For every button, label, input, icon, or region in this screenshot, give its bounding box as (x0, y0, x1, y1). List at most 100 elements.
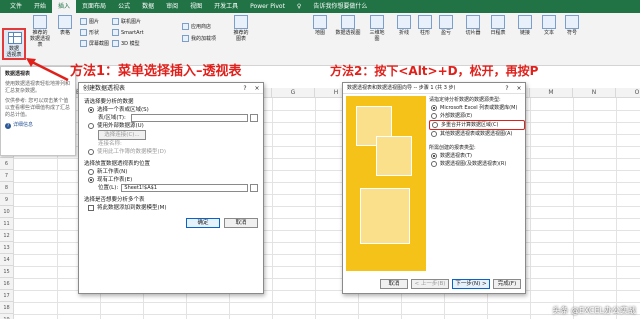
store-icon (182, 23, 189, 30)
recommended-pivot-button[interactable]: 推荐的 数据透视表 (28, 15, 52, 48)
row-header[interactable]: 10 (0, 206, 14, 218)
red-arrow-icon (26, 58, 69, 82)
option-existing-sheet[interactable]: 现有工作表(E) (88, 176, 258, 184)
online-picture-label: 联机图片 (121, 18, 142, 25)
text-button[interactable]: 文本 (540, 15, 558, 36)
wizard-back-button[interactable]: < 上一步(B) (411, 279, 449, 289)
sparkline-column-button[interactable]: 柱形 (416, 15, 434, 36)
more-info-label: 详细信息 (13, 122, 34, 128)
slicer-label: 切片器 (465, 30, 481, 36)
3d-model-label: 3D 模型 (121, 40, 140, 47)
sparkline-line-button[interactable]: 折线 (395, 15, 413, 36)
smartart-button[interactable]: SmartArt (112, 29, 144, 36)
connection-name-label: 连接名称: (98, 141, 122, 147)
line-icon (397, 15, 411, 29)
radio-off-icon (431, 131, 437, 137)
wizard-opt-other-pivot[interactable]: 其他数据透视表或数据透视图(A) (431, 130, 525, 138)
row-header[interactable]: 16 (0, 278, 14, 290)
column-header[interactable]: N (573, 88, 616, 98)
link-button[interactable]: 链接 (516, 15, 534, 36)
column-header[interactable]: M (530, 88, 573, 98)
range-picker-icon[interactable] (250, 114, 258, 122)
recommended-charts-button[interactable]: 推荐的 图表 (230, 15, 252, 42)
row-header[interactable]: 18 (0, 302, 14, 314)
picture-button[interactable]: 图片 (80, 18, 99, 25)
wizard-help-button[interactable]: ? (501, 83, 513, 93)
pivot-chart-button[interactable]: 数据透视图 (333, 15, 363, 36)
add-to-model-checkbox[interactable]: 将此数据添加到数据模型(M) (88, 204, 258, 212)
3d-model-button[interactable]: 3D 模型 (112, 40, 140, 47)
my-addins-button[interactable]: 我的加载项 (182, 35, 216, 42)
wizard-opt-pivot-chart[interactable]: 数据透视图(及数据透视表)(R) (431, 160, 525, 168)
option-data-model[interactable]: 使用此工作簿的数据模型(D) (88, 148, 258, 156)
wizard-opt-external[interactable]: 外部数据源(E) (431, 112, 525, 120)
column-header[interactable]: G (272, 88, 315, 98)
tab-page-layout[interactable]: 页面布局 (76, 0, 112, 13)
store-button[interactable]: 应用商店 (182, 23, 211, 30)
grid-line (616, 98, 617, 319)
close-button[interactable]: × (251, 83, 263, 93)
more-info-link[interactable]: ? 详细信息 (5, 122, 71, 129)
lightbulb-icon[interactable]: ♀ (291, 0, 307, 13)
tell-me-search[interactable]: 告诉我你想要做什么 (307, 0, 373, 13)
wizard-next-button[interactable]: 下一步(N) > (452, 279, 490, 289)
row-header[interactable]: 12 (0, 230, 14, 242)
wizard-opt-other-pivot-label: 其他数据透视表或数据透视图(A) (440, 131, 513, 137)
symbol-button[interactable]: 符号 (563, 15, 581, 36)
tab-home[interactable]: 开始 (28, 0, 52, 13)
location-picker-icon[interactable] (250, 184, 258, 192)
grid-line (14, 314, 640, 315)
option-new-sheet[interactable]: 新工作表(N) (88, 168, 258, 176)
ok-button[interactable]: 确定 (186, 218, 220, 228)
slicer-icon (466, 15, 480, 29)
shapes-button[interactable]: 形状 (80, 29, 99, 36)
row-header[interactable]: 9 (0, 194, 14, 206)
pivot-table-icon (8, 32, 22, 44)
wizard-opt-multiple-consolidation[interactable]: 多重合并计算数据区域(C) (429, 120, 525, 130)
cancel-button[interactable]: 取消 (224, 218, 258, 228)
shapes-icon (80, 29, 87, 36)
tab-power-pivot[interactable]: Power Pivot (244, 0, 291, 13)
row-header[interactable]: 13 (0, 242, 14, 254)
screenshot-button[interactable]: 屏幕截图 (80, 40, 109, 47)
row-header[interactable]: 19 (0, 314, 14, 319)
tab-developer[interactable]: 开发工具 (208, 0, 244, 13)
tab-formulas[interactable]: 公式 (112, 0, 136, 13)
table-button[interactable]: 表格 (56, 15, 74, 36)
location-input[interactable]: Sheet1!$A$1 (121, 184, 249, 192)
row-header[interactable]: 7 (0, 170, 14, 182)
row-header[interactable]: 17 (0, 290, 14, 302)
choose-connection-button[interactable]: 选择连接(C)... (98, 130, 146, 140)
ribbon-insert: 数据 透视表 推荐的 数据透视表 表格 图片 形状 屏幕截图 联机图片 Smar… (0, 13, 640, 66)
wizard-opt-pivot-table[interactable]: 数据透视表(T) (431, 152, 525, 160)
row-header[interactable]: 11 (0, 218, 14, 230)
wizard-close-button[interactable]: × (513, 83, 525, 93)
recommended-pivot-label: 推荐的 数据透视表 (29, 30, 50, 48)
wizard-cancel-button[interactable]: 取消 (380, 279, 408, 289)
option-external[interactable]: 使用外部数据源(U) (88, 122, 258, 130)
row-header[interactable]: 14 (0, 254, 14, 266)
row-header[interactable]: 6 (0, 158, 14, 170)
range-input[interactable] (131, 114, 249, 122)
radio-off-icon (432, 122, 438, 128)
option-table-range[interactable]: 选择一个表或区域(S) (88, 106, 258, 114)
tab-insert[interactable]: 插入 (52, 0, 77, 13)
sparkline-winloss-button[interactable]: 盈亏 (437, 15, 455, 36)
tab-file[interactable]: 文件 (4, 0, 28, 13)
tab-review[interactable]: 审阅 (160, 0, 184, 13)
online-picture-button[interactable]: 联机图片 (112, 18, 141, 25)
row-header[interactable]: 15 (0, 266, 14, 278)
row-header[interactable]: 8 (0, 182, 14, 194)
map-button[interactable]: 地图 (310, 15, 330, 36)
wizard-opt-excel-list[interactable]: Microsoft Excel 列表或数据库(M) (431, 104, 525, 112)
timeline-button[interactable]: 日程表 (487, 15, 509, 36)
wizard-opt-excel-list-label: Microsoft Excel 列表或数据库(M) (440, 105, 518, 111)
tab-view[interactable]: 视图 (184, 0, 208, 13)
slicer-button[interactable]: 切片器 (462, 15, 484, 36)
wizard-finish-button[interactable]: 完成(F) (493, 279, 521, 289)
3d-map-button[interactable]: 三维地 图 (366, 15, 388, 42)
wizard-illustration (346, 96, 426, 271)
tab-data[interactable]: 数据 (136, 0, 160, 13)
column-header[interactable]: O (616, 88, 640, 98)
help-button[interactable]: ? (239, 83, 251, 93)
